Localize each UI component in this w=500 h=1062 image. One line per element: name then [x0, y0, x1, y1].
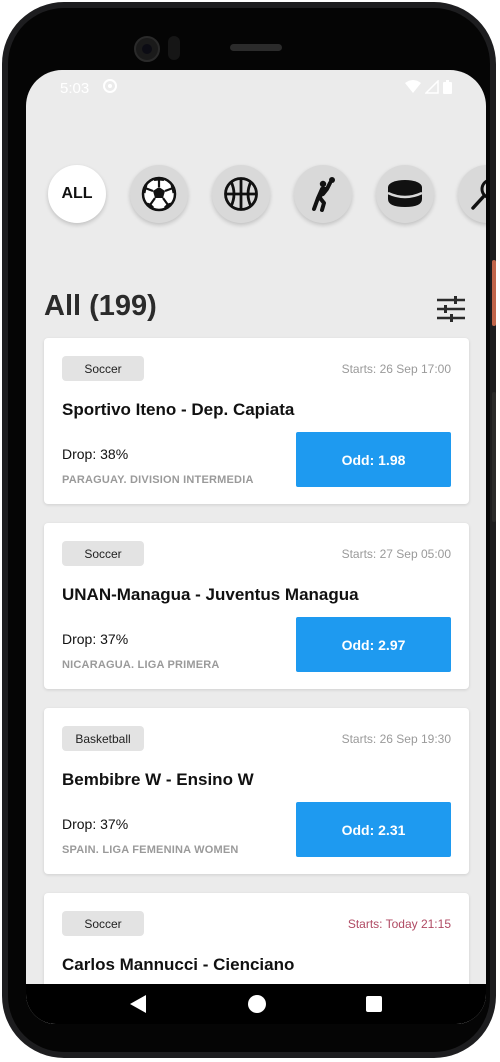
category-all-chip[interactable]: ALL: [48, 165, 106, 223]
sync-icon: [103, 79, 117, 93]
list-header: All (199): [44, 290, 466, 330]
start-time: Starts: 26 Sep 19:30: [341, 732, 451, 746]
list-title: All (199): [44, 290, 157, 322]
sport-badge: Soccer: [62, 541, 144, 566]
phone-frame: 5:03 ALL All (199) Soccer Starts: 26 Sep…: [2, 2, 496, 1058]
power-button: [492, 260, 496, 326]
drop-percentage: Drop: 37%: [62, 631, 129, 647]
sport-badge: Basketball: [62, 726, 144, 751]
match-title: Bembibre W - Ensino W: [62, 770, 254, 789]
drop-percentage: Drop: 38%: [62, 446, 129, 462]
odd-button[interactable]: Odd: 2.31: [296, 802, 451, 857]
sport-badge: Soccer: [62, 911, 144, 936]
drop-percentage: Drop: 37%: [62, 816, 129, 832]
league-name: NICARAGUA. LIGA PRIMERA: [62, 659, 220, 671]
sport-badge: Soccer: [62, 356, 144, 381]
filter-sliders-icon[interactable]: [436, 294, 466, 324]
sensor: [168, 36, 180, 60]
basketball-icon: [224, 177, 258, 211]
match-card[interactable]: Basketball Starts: 26 Sep 19:30 Bembibre…: [44, 708, 469, 874]
wifi-icon: [405, 80, 421, 93]
signal-icon: [425, 80, 439, 94]
status-icons: [405, 80, 452, 94]
match-card[interactable]: Soccer Starts: 27 Sep 05:00 UNAN-Managua…: [44, 523, 469, 689]
start-time: Starts: Today 21:15: [347, 917, 451, 931]
status-bar: 5:03: [26, 70, 486, 106]
category-chips: ALL: [48, 165, 486, 227]
category-ice-hockey-chip[interactable]: [376, 165, 434, 223]
app-screen: 5:03 ALL All (199) Soccer Starts: 26 Sep…: [26, 70, 486, 1024]
category-tennis-chip[interactable]: [458, 165, 486, 223]
league-name: PARAGUAY. DIVISION INTERMEDIA: [62, 474, 254, 486]
soccer-ball-icon: [141, 176, 177, 212]
home-icon[interactable]: [248, 995, 266, 1013]
category-soccer-chip[interactable]: [130, 165, 188, 223]
odd-button[interactable]: Odd: 1.98: [296, 432, 451, 487]
handball-icon: [312, 177, 335, 212]
match-title: UNAN-Managua - Juventus Managua: [62, 585, 359, 604]
category-handball-chip[interactable]: [294, 165, 352, 223]
odd-button[interactable]: Odd: 2.97: [296, 617, 451, 672]
battery-icon: [443, 80, 452, 94]
phone-bezel: 5:03 ALL All (199) Soccer Starts: 26 Sep…: [8, 8, 490, 1052]
front-camera: [134, 36, 160, 62]
back-icon[interactable]: [126, 992, 150, 1016]
league-name: SPAIN. LIGA FEMENINA WOMEN: [62, 844, 239, 856]
category-basketball-chip[interactable]: [212, 165, 270, 223]
recents-icon[interactable]: [366, 996, 382, 1012]
hockey-puck-icon: [387, 180, 423, 207]
match-title: Carlos Mannucci - Cienciano: [62, 955, 295, 974]
volume-button: [492, 392, 496, 522]
start-time: Starts: 26 Sep 17:00: [341, 362, 451, 376]
match-title: Sportivo Iteno - Dep. Capiata: [62, 400, 295, 419]
tennis-racket-icon: [471, 179, 486, 210]
navigation-bar: [26, 984, 486, 1024]
status-time: 5:03: [60, 80, 90, 97]
category-all-label: ALL: [61, 185, 93, 202]
match-card[interactable]: Soccer Starts: 26 Sep 17:00 Sportivo Ite…: [44, 338, 469, 504]
start-time: Starts: 27 Sep 05:00: [341, 547, 451, 561]
earpiece-speaker: [230, 44, 282, 51]
